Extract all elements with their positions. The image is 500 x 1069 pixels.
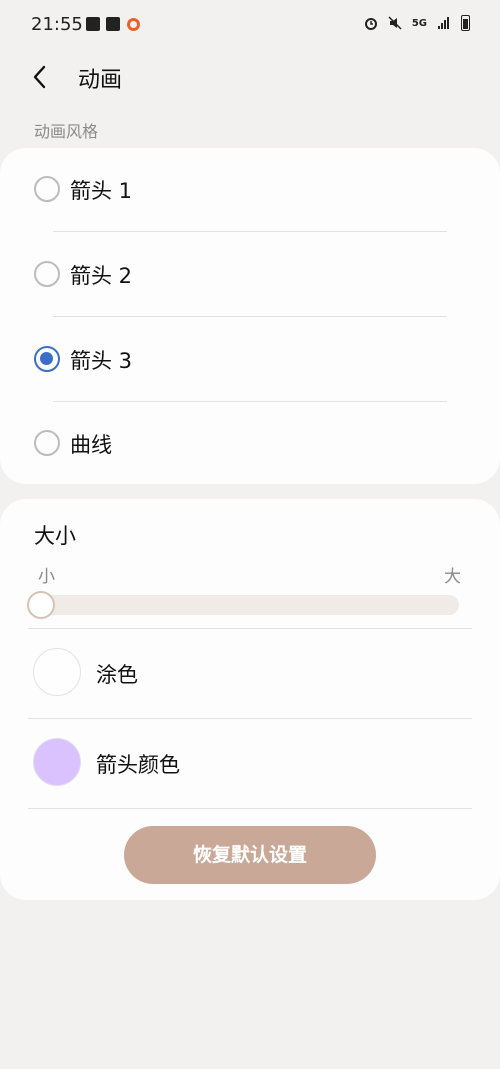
radio-button-selected[interactable] bbox=[34, 346, 60, 372]
chevron-left-icon bbox=[33, 65, 46, 89]
option-arrow-3[interactable]: 箭头 3 bbox=[0, 318, 500, 402]
radio-button[interactable] bbox=[34, 176, 60, 202]
arrow-color-swatch[interactable] bbox=[33, 738, 81, 786]
back-button[interactable] bbox=[25, 62, 55, 92]
divider bbox=[53, 231, 447, 232]
option-label: 曲线 bbox=[70, 433, 112, 457]
option-label: 箭头 1 bbox=[70, 179, 133, 203]
radio-button[interactable] bbox=[34, 430, 60, 456]
option-label: 箭头 2 bbox=[70, 264, 133, 288]
size-min-label: 小 bbox=[38, 567, 55, 587]
mute-icon bbox=[388, 16, 402, 30]
top-app-bar: 动画 bbox=[0, 52, 500, 102]
size-title: 大小 bbox=[34, 524, 76, 548]
alarm-icon bbox=[364, 18, 377, 30]
size-slider-track[interactable] bbox=[29, 595, 459, 615]
option-label: 箭头 3 bbox=[70, 349, 133, 373]
fill-color-row[interactable]: 涂色 bbox=[0, 628, 500, 718]
signal-icon bbox=[438, 17, 449, 29]
size-max-label: 大 bbox=[444, 567, 461, 587]
arrow-color-row[interactable]: 箭头颜色 bbox=[0, 718, 500, 808]
section-label-animation-style: 动画风格 bbox=[34, 122, 99, 141]
gallery-icon bbox=[106, 17, 120, 31]
status-right-icons: 5G bbox=[364, 15, 470, 31]
message-icon bbox=[86, 17, 100, 31]
app-ring-icon bbox=[127, 17, 140, 31]
page-title: 动画 bbox=[78, 68, 123, 93]
divider bbox=[53, 316, 447, 317]
radio-button[interactable] bbox=[34, 261, 60, 287]
status-left-icons bbox=[86, 17, 140, 31]
option-arrow-1[interactable]: 箭头 1 bbox=[0, 148, 500, 232]
arrow-color-label: 箭头颜色 bbox=[96, 753, 180, 777]
reset-defaults-button[interactable]: 恢复默认设置 bbox=[124, 826, 376, 884]
battery-icon bbox=[461, 15, 470, 31]
fill-color-label: 涂色 bbox=[96, 663, 138, 687]
fill-color-swatch[interactable] bbox=[33, 648, 81, 696]
status-bar: 21:55 5G bbox=[0, 0, 500, 52]
option-curve[interactable]: 曲线 bbox=[0, 402, 500, 486]
divider bbox=[28, 808, 472, 809]
size-slider-thumb[interactable] bbox=[27, 591, 55, 619]
animation-style-card: 箭头 1 箭头 2 箭头 3 曲线 bbox=[0, 148, 500, 484]
status-time: 21:55 bbox=[31, 14, 83, 35]
option-arrow-2[interactable]: 箭头 2 bbox=[0, 233, 500, 317]
network-label: 5G bbox=[411, 17, 427, 29]
